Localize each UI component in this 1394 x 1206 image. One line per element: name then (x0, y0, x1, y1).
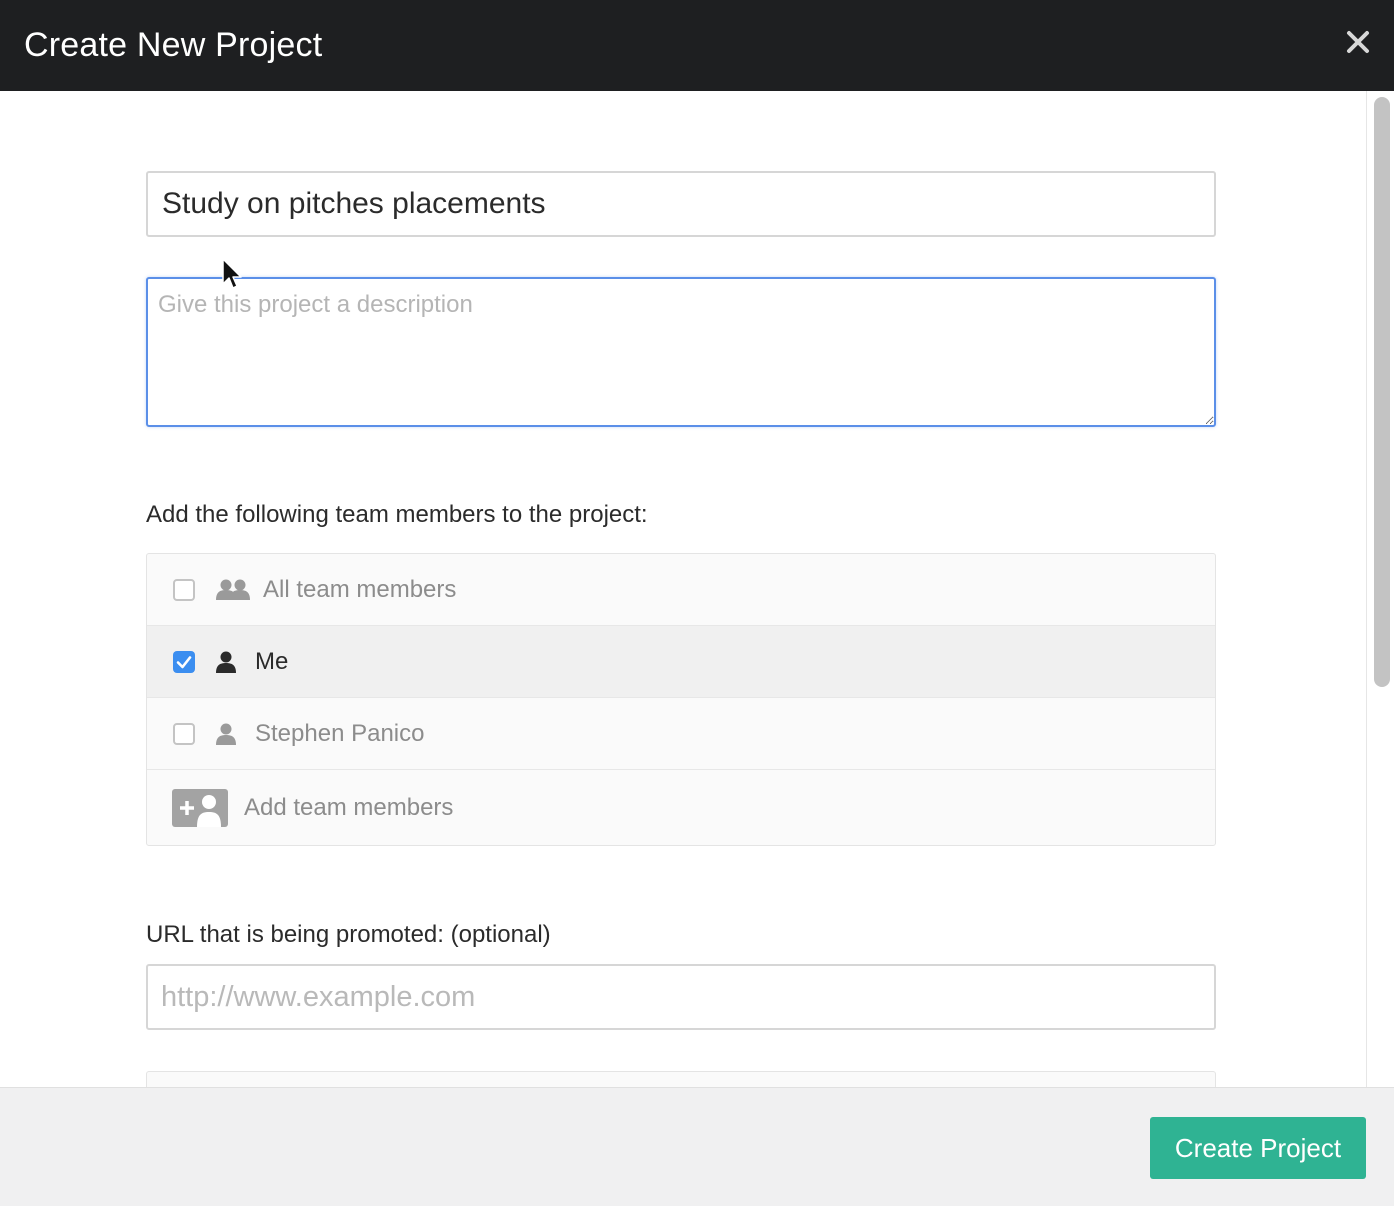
add-user-icon (172, 788, 228, 827)
project-name-input[interactable] (146, 171, 1216, 237)
users-group-icon (215, 578, 251, 602)
team-members-label: Add the following team members to the pr… (146, 501, 648, 528)
scrollbar-thumb[interactable] (1374, 97, 1390, 687)
user-icon (216, 722, 236, 746)
next-section-box (146, 1071, 1216, 1087)
all-members-checkbox[interactable] (173, 578, 195, 601)
modal-header: Create New Project (0, 0, 1394, 91)
url-label: URL that is being promoted: (optional) (146, 921, 551, 948)
team-member-label: Stephen Panico (255, 719, 425, 747)
team-members-list: All team members Me Stephen Panico Add t… (146, 553, 1216, 846)
team-member-label: Me (255, 647, 289, 675)
modal-title: Create New Project (24, 26, 323, 64)
add-team-members-label: Add team members (244, 793, 454, 821)
add-team-members-row[interactable]: Add team members (147, 770, 1215, 845)
checkmark-icon (176, 655, 192, 668)
modal-footer: Create Project (0, 1087, 1394, 1206)
create-project-modal: Create New Project Add the following tea… (0, 0, 1394, 1206)
modal-body: Add the following team members to the pr… (0, 91, 1366, 1087)
team-row-all[interactable]: All team members (147, 554, 1215, 626)
close-icon (1347, 31, 1369, 53)
url-input[interactable] (146, 964, 1216, 1030)
stephen-checkbox[interactable] (173, 722, 195, 745)
create-project-button[interactable]: Create Project (1150, 1117, 1366, 1179)
team-member-label: All team members (263, 575, 457, 603)
me-checkbox[interactable] (173, 650, 195, 673)
team-row-stephen[interactable]: Stephen Panico (147, 698, 1215, 770)
project-description-textarea[interactable] (146, 277, 1216, 427)
close-button[interactable] (1344, 28, 1372, 56)
user-icon (216, 650, 236, 674)
team-row-me[interactable]: Me (147, 626, 1215, 698)
